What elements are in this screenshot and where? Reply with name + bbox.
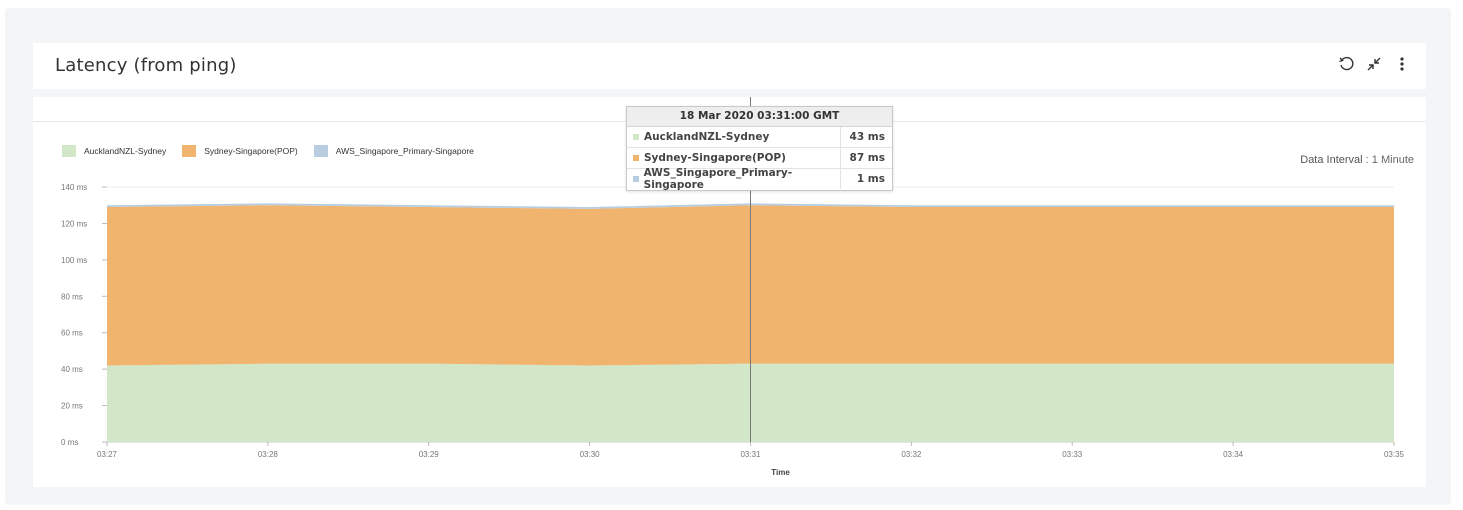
- tooltip-row-name: AWS_Singapore_Primary-Singapore: [627, 167, 841, 191]
- tooltip-swatch: [633, 155, 639, 161]
- x-tick-label: 03:27: [97, 450, 118, 459]
- y-tick-label: 120 ms: [61, 219, 87, 228]
- tooltip-row-value: 87 ms: [849, 152, 885, 164]
- y-tick-label: 140 ms: [61, 183, 87, 192]
- x-tick-label: 03:34: [1223, 450, 1244, 459]
- widget-toolbar: [1336, 53, 1412, 75]
- tooltip-row-label: AucklandNZL-Sydney: [644, 131, 770, 143]
- tooltip-swatch: [633, 176, 639, 182]
- widget-header: Latency (from ping): [33, 43, 1426, 89]
- x-tick-label: 03:29: [419, 450, 440, 459]
- x-tick-label: 03:32: [901, 450, 922, 459]
- tooltip-row: Sydney-Singapore(POP) 87 ms: [627, 148, 892, 169]
- collapse-icon[interactable]: [1364, 53, 1384, 75]
- x-tick-label: 03:31: [740, 450, 761, 459]
- x-tick-label: 03:28: [258, 450, 279, 459]
- y-tick-label: 0 ms: [61, 438, 78, 447]
- tooltip-row-value: 43 ms: [849, 131, 885, 143]
- x-tick-label: 03:30: [580, 450, 601, 459]
- widget-title: Latency (from ping): [55, 55, 237, 76]
- tooltip-row-name: Sydney-Singapore(POP): [627, 148, 841, 168]
- tooltip-row: AWS_Singapore_Primary-Singapore 1 ms: [627, 167, 892, 191]
- chart-tooltip: 18 Mar 2020 03:31:00 GMT AucklandNZL-Syd…: [626, 106, 893, 191]
- tooltip-row-name: AucklandNZL-Sydney: [627, 127, 841, 147]
- more-vertical-icon[interactable]: [1392, 53, 1412, 75]
- tooltip-row-value: 1 ms: [856, 173, 885, 185]
- tooltip-row-label: Sydney-Singapore(POP): [644, 152, 786, 164]
- tooltip-swatch: [633, 134, 639, 140]
- x-tick-label: 03:35: [1384, 450, 1405, 459]
- x-tick-label: 03:33: [1062, 450, 1083, 459]
- y-tick-label: 40 ms: [61, 365, 83, 374]
- y-tick-label: 20 ms: [61, 402, 83, 411]
- y-tick-label: 80 ms: [61, 292, 83, 301]
- y-tick-label: 60 ms: [61, 329, 83, 338]
- tooltip-row-label: AWS_Singapore_Primary-Singapore: [643, 167, 793, 191]
- x-axis-label: Time: [771, 468, 790, 477]
- refresh-icon[interactable]: [1336, 53, 1356, 75]
- tooltip-title: 18 Mar 2020 03:31:00 GMT: [627, 107, 892, 127]
- y-tick-label: 100 ms: [61, 256, 87, 265]
- tooltip-row: AucklandNZL-Sydney 43 ms: [627, 127, 892, 148]
